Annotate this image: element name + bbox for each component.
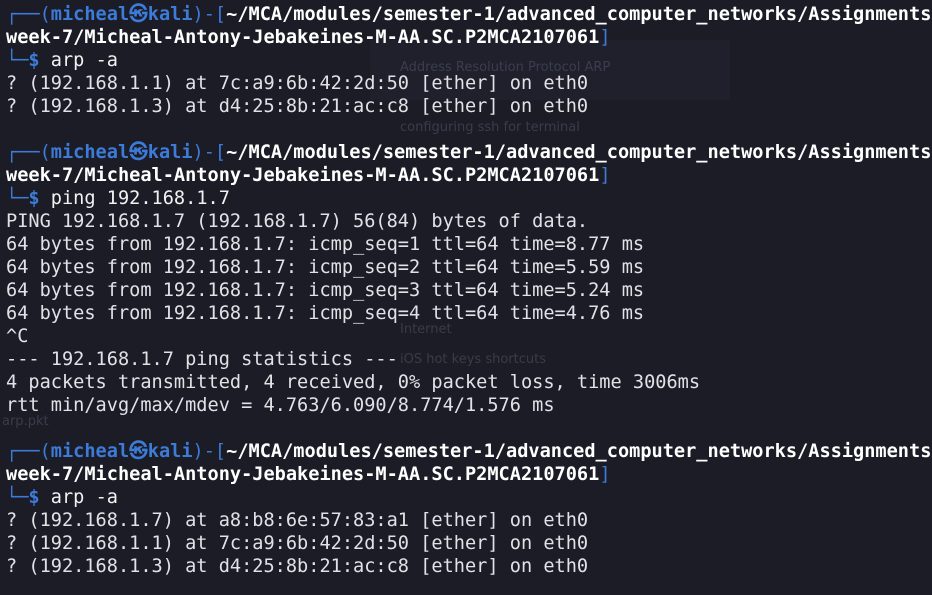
prompt-user: micheal <box>50 441 130 462</box>
prompt-frame: ] <box>599 464 611 485</box>
prompt-path-continuation: week-7/Micheal-Antony-Jebakeines-M-AA.SC… <box>6 463 932 486</box>
prompt-frame: )-[ <box>192 142 227 163</box>
output-text: rtt min/avg/max/mdev = 4.763/6.090/8.774… <box>6 395 555 416</box>
prompt-path: week-7/Micheal-Antony-Jebakeines-M-AA.SC… <box>6 165 600 186</box>
command-line: └─$ ping 192.168.1.7 <box>6 187 932 210</box>
prompt-frame: ] <box>599 165 611 186</box>
output-line: 64 bytes from 192.168.1.7: icmp_seq=1 tt… <box>6 233 932 256</box>
output-line: ? (192.168.1.1) at 7c:a9:6b:42:2d:50 [et… <box>6 532 932 555</box>
output-text: ? (192.168.1.1) at 7c:a9:6b:42:2d:50 [et… <box>6 73 589 94</box>
prompt-symbol: $ <box>28 50 40 71</box>
prompt-path: week-7/Micheal-Antony-Jebakeines-M-AA.SC… <box>6 464 600 485</box>
prompt-frame: ┌──( <box>6 4 51 25</box>
terminal-output[interactable]: ┌──(micheal㉿kali)-[~/MCA/modules/semeste… <box>6 3 932 578</box>
output-line: ? (192.168.1.1) at 7c:a9:6b:42:2d:50 [et… <box>6 72 932 95</box>
output-text: 4 packets transmitted, 4 received, 0% pa… <box>6 372 701 393</box>
prompt-user: micheal <box>50 4 130 25</box>
output-line: --- 192.168.1.7 ping statistics --- <box>6 348 932 371</box>
output-text: 64 bytes from 192.168.1.7: icmp_seq=3 tt… <box>6 280 645 301</box>
prompt-path-continuation: week-7/Micheal-Antony-Jebakeines-M-AA.SC… <box>6 26 932 49</box>
prompt-path: ~/MCA/modules/semester-1/advanced_comput… <box>226 4 932 25</box>
output-line: 64 bytes from 192.168.1.7: icmp_seq=3 tt… <box>6 279 932 302</box>
prompt-frame: └─ <box>6 50 29 71</box>
output-text: ? (192.168.1.7) at a8:b8:6e:57:83:a1 [et… <box>6 510 589 531</box>
prompt-path: ~/MCA/modules/semester-1/advanced_comput… <box>226 142 932 163</box>
prompt-frame: ] <box>599 27 611 48</box>
prompt-path: week-7/Micheal-Antony-Jebakeines-M-AA.SC… <box>6 27 600 48</box>
command-text: arp -a <box>39 50 118 71</box>
prompt-frame: └─ <box>6 188 29 209</box>
output-text: ^C <box>6 326 29 347</box>
output-line: ^C <box>6 325 932 348</box>
output-text: PING 192.168.1.7 (192.168.1.7) 56(84) by… <box>6 211 589 232</box>
prompt-header-line: ┌──(micheal㉿kali)-[~/MCA/modules/semeste… <box>6 3 932 26</box>
prompt-symbol: $ <box>28 487 40 508</box>
output-text: 64 bytes from 192.168.1.7: icmp_seq=1 tt… <box>6 234 645 255</box>
prompt-frame: ┌──( <box>6 441 51 462</box>
output-line: ? (192.168.1.3) at d4:25:8b:21:ac:c8 [et… <box>6 95 932 118</box>
prompt-symbol: $ <box>28 188 40 209</box>
output-line: rtt min/avg/max/mdev = 4.763/6.090/8.774… <box>6 394 932 417</box>
prompt-header-line: ┌──(micheal㉿kali)-[~/MCA/modules/semeste… <box>6 440 932 463</box>
prompt-path-continuation: week-7/Micheal-Antony-Jebakeines-M-AA.SC… <box>6 164 932 187</box>
kali-logo-icon: ㉿ <box>129 142 148 163</box>
prompt-path: ~/MCA/modules/semester-1/advanced_comput… <box>226 441 932 462</box>
prompt-host: kali <box>147 441 193 462</box>
prompt-frame: └─ <box>6 487 29 508</box>
output-text: ? (192.168.1.3) at d4:25:8b:21:ac:c8 [et… <box>6 96 589 117</box>
prompt-host: kali <box>147 142 193 163</box>
prompt-frame: ┌──( <box>6 142 51 163</box>
kali-logo-icon: ㉿ <box>129 4 148 25</box>
command-line: └─$ arp -a <box>6 486 932 509</box>
output-text: 64 bytes from 192.168.1.7: icmp_seq=4 tt… <box>6 303 645 324</box>
prompt-frame: )-[ <box>192 441 227 462</box>
output-text: ? (192.168.1.3) at d4:25:8b:21:ac:c8 [et… <box>6 556 589 577</box>
prompt-header-line: ┌──(micheal㉿kali)-[~/MCA/modules/semeste… <box>6 141 932 164</box>
output-line: ? (192.168.1.7) at a8:b8:6e:57:83:a1 [et… <box>6 509 932 532</box>
output-text: --- 192.168.1.7 ping statistics --- <box>6 349 398 370</box>
output-line: 64 bytes from 192.168.1.7: icmp_seq=2 tt… <box>6 256 932 279</box>
prompt-frame: )-[ <box>192 4 227 25</box>
prompt-host: kali <box>147 4 193 25</box>
prompt-user: micheal <box>50 142 130 163</box>
output-text: 64 bytes from 192.168.1.7: icmp_seq=2 tt… <box>6 257 645 278</box>
output-line: PING 192.168.1.7 (192.168.1.7) 56(84) by… <box>6 210 932 233</box>
output-line: ? (192.168.1.3) at d4:25:8b:21:ac:c8 [et… <box>6 555 932 578</box>
output-line: 64 bytes from 192.168.1.7: icmp_seq=4 tt… <box>6 302 932 325</box>
output-line: 4 packets transmitted, 4 received, 0% pa… <box>6 371 932 394</box>
output-text: ? (192.168.1.1) at 7c:a9:6b:42:2d:50 [et… <box>6 533 589 554</box>
kali-logo-icon: ㉿ <box>129 441 148 462</box>
command-text: ping 192.168.1.7 <box>39 188 230 209</box>
command-text: arp -a <box>39 487 118 508</box>
command-line: └─$ arp -a <box>6 49 932 72</box>
